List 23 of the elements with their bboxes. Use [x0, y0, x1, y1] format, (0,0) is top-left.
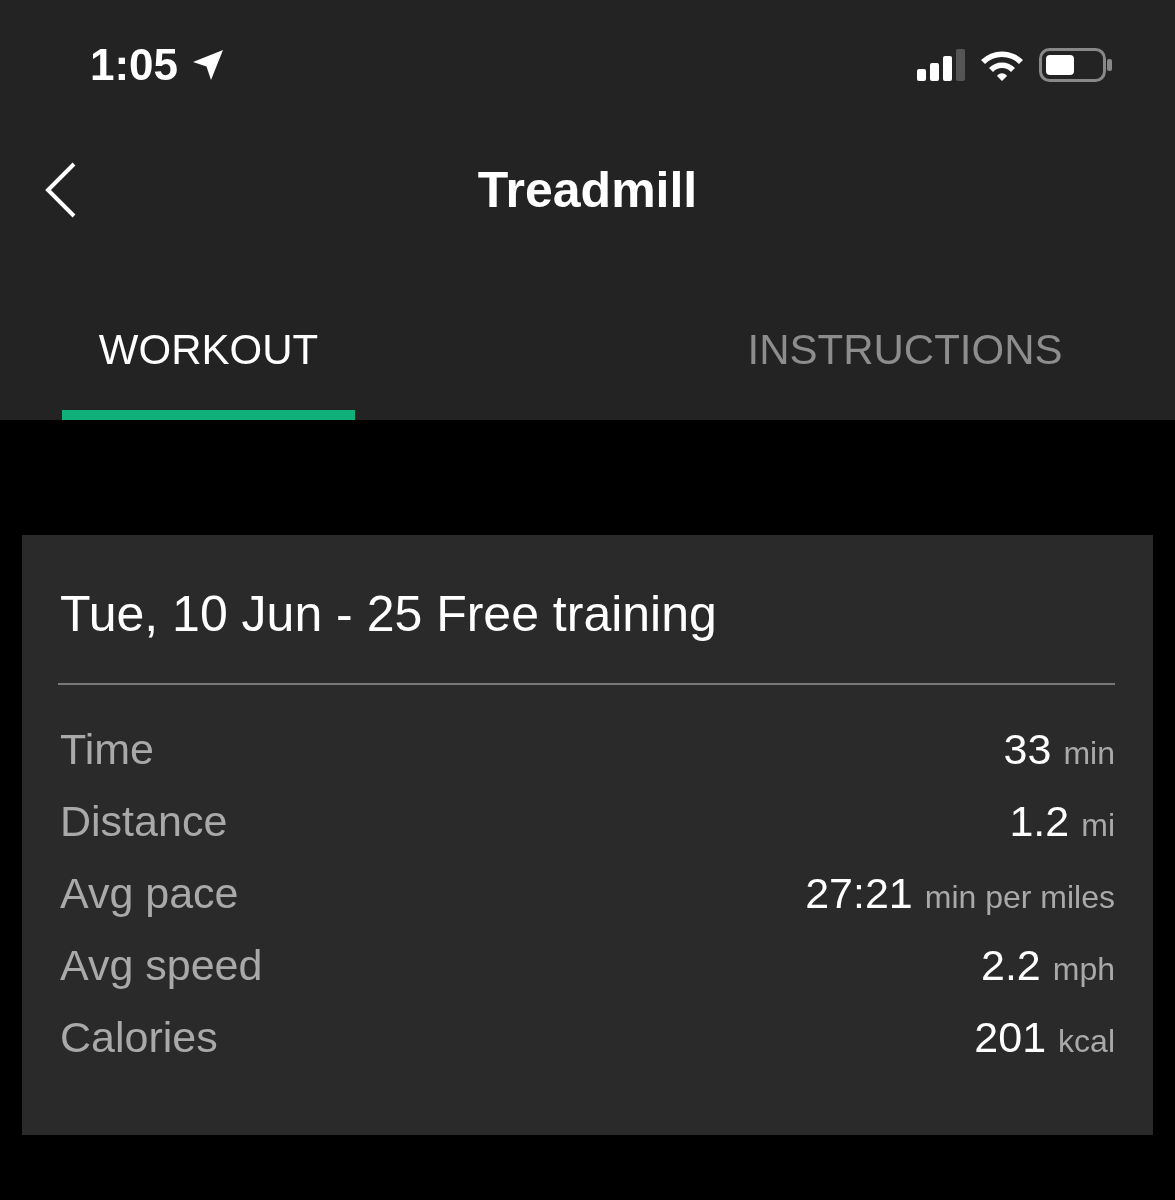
clock-time: 1:05 — [90, 40, 179, 90]
workout-title: Tue, 10 Jun - 25 Free training — [59, 585, 718, 644]
stat-label: Distance — [60, 797, 228, 846]
stat-value: 33 — [1003, 725, 1052, 774]
stat-label: Avg pace — [60, 869, 239, 918]
stat-label: Avg speed — [60, 941, 263, 990]
screen-title: Treadmill — [477, 161, 698, 219]
stat-value: 2.2 — [980, 941, 1041, 990]
stat-unit: kcal — [1058, 1023, 1115, 1060]
wifi-icon — [979, 48, 1025, 82]
stat-unit: min — [1063, 735, 1115, 772]
stat-label: Time — [60, 725, 154, 774]
stat-unit: mph — [1052, 951, 1115, 988]
stat-unit: mi — [1081, 807, 1115, 844]
stat-value: 201 — [974, 1013, 1047, 1062]
stat-value: 27:21 — [805, 869, 913, 918]
stat-unit: min per miles — [924, 879, 1115, 916]
stat-value: 1.2 — [1009, 797, 1070, 846]
stat-label: Calories — [60, 1013, 218, 1062]
tab[interactable]: WORKOUT — [62, 250, 355, 420]
signal-icon — [917, 49, 965, 81]
tab[interactable]: INSTRUCTIONS — [695, 250, 1115, 420]
battery-icon — [1039, 48, 1113, 82]
